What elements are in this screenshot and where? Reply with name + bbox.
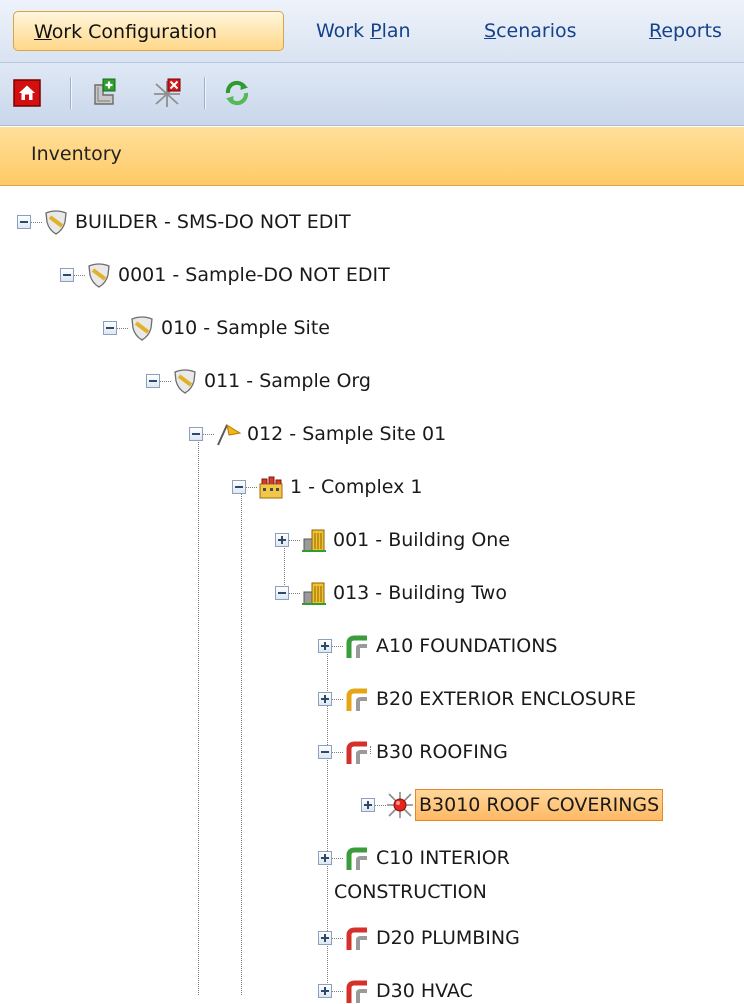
tab-mnemonic: W xyxy=(34,21,52,43)
expand-toggle[interactable] xyxy=(318,984,332,998)
tab-scenarios[interactable]: Scenarios xyxy=(484,11,577,51)
expand-toggle[interactable] xyxy=(361,798,375,812)
collapse-toggle[interactable] xyxy=(17,215,31,229)
system-pipe-yellow-icon xyxy=(346,688,367,711)
shield-icon xyxy=(174,369,196,394)
tree-node-label: D30 HVAC xyxy=(376,980,473,1002)
tree-node-label: 013 - Building Two xyxy=(333,582,507,604)
tree-node-label-continued: CONSTRUCTION xyxy=(334,881,487,903)
tab-label: lan xyxy=(381,20,411,42)
collapse-toggle[interactable] xyxy=(146,374,160,388)
shield-icon xyxy=(88,263,110,288)
tree-node-label: 1 - Complex 1 xyxy=(290,476,423,498)
expand-toggle[interactable] xyxy=(318,851,332,865)
tree-node-label: BUILDER - SMS-DO NOT EDIT xyxy=(75,211,351,233)
tab-mnemonic: S xyxy=(484,20,497,42)
tree-node-label: 010 - Sample Site xyxy=(161,317,330,339)
panel-title: Inventory xyxy=(31,143,122,165)
tab-mnemonic: P xyxy=(370,20,382,42)
refresh-button[interactable] xyxy=(220,76,254,110)
tree-node-label: A10 FOUNDATIONS xyxy=(376,635,558,657)
delete-item-icon xyxy=(154,78,181,107)
tab-mnemonic: R xyxy=(649,20,662,42)
tree-node-label: B20 EXTERIOR ENCLOSURE xyxy=(376,688,637,710)
toolbar xyxy=(0,63,744,126)
system-pipe-red-icon xyxy=(346,927,367,950)
tab-label: Work xyxy=(316,20,371,42)
collapse-toggle[interactable] xyxy=(318,745,332,759)
add-item-icon xyxy=(94,78,116,105)
tree-node-label: 001 - Building One xyxy=(333,529,511,551)
expand-toggle[interactable] xyxy=(318,931,332,945)
collapse-toggle[interactable] xyxy=(189,427,203,441)
shield-icon xyxy=(45,210,67,235)
tree-node-label: C10 INTERIOR xyxy=(376,847,510,869)
tree-node-label: D20 PLUMBING xyxy=(376,927,520,949)
home-icon xyxy=(13,79,41,107)
component-red-icon xyxy=(387,792,413,818)
tree-node-label: 011 - Sample Org xyxy=(204,370,371,392)
inventory-panel-header: Inventory xyxy=(0,127,744,186)
tab-work-plan[interactable]: Work Plan xyxy=(316,11,411,51)
building-icon xyxy=(302,582,326,605)
tab-label: eports xyxy=(661,20,722,42)
ribbon-tab-bar: Work Configuration Work Plan Scenarios R… xyxy=(0,0,744,63)
expand-toggle[interactable] xyxy=(318,692,332,706)
refresh-icon xyxy=(225,80,249,106)
building-icon xyxy=(302,529,326,552)
system-pipe-red-icon xyxy=(346,741,367,764)
tab-label: ork Configuration xyxy=(51,21,218,43)
tab-label: cenarios xyxy=(496,20,577,42)
system-pipe-red-icon xyxy=(346,980,367,1003)
add-item-button[interactable] xyxy=(86,76,120,110)
delete-item-button[interactable] xyxy=(150,76,184,110)
expand-toggle[interactable] xyxy=(275,533,289,547)
collapse-toggle[interactable] xyxy=(60,268,74,282)
inventory-tree: BUILDER - SMS-DO NOT EDIT 0001 - Sample-… xyxy=(0,186,744,1003)
tree-node-label: B3010 ROOF COVERINGS xyxy=(415,789,664,821)
tree-node-label: 012 - Sample Site 01 xyxy=(247,423,447,445)
collapse-toggle[interactable] xyxy=(275,586,289,600)
tab-work-configuration[interactable]: Work Configuration xyxy=(13,11,284,51)
flag-icon xyxy=(217,423,241,446)
shield-icon xyxy=(131,316,153,341)
tree-node-label: 0001 - Sample-DO NOT EDIT xyxy=(118,264,390,286)
tab-reports[interactable]: Reports xyxy=(649,11,722,51)
tree-node-label: B30 ROOFING xyxy=(376,741,508,763)
collapse-toggle[interactable] xyxy=(103,321,117,335)
system-pipe-green-icon xyxy=(346,635,367,658)
home-button[interactable] xyxy=(10,76,44,110)
system-pipe-green-icon xyxy=(346,847,367,870)
complex-icon xyxy=(259,476,283,499)
collapse-toggle[interactable] xyxy=(232,480,246,494)
expand-toggle[interactable] xyxy=(318,639,332,653)
